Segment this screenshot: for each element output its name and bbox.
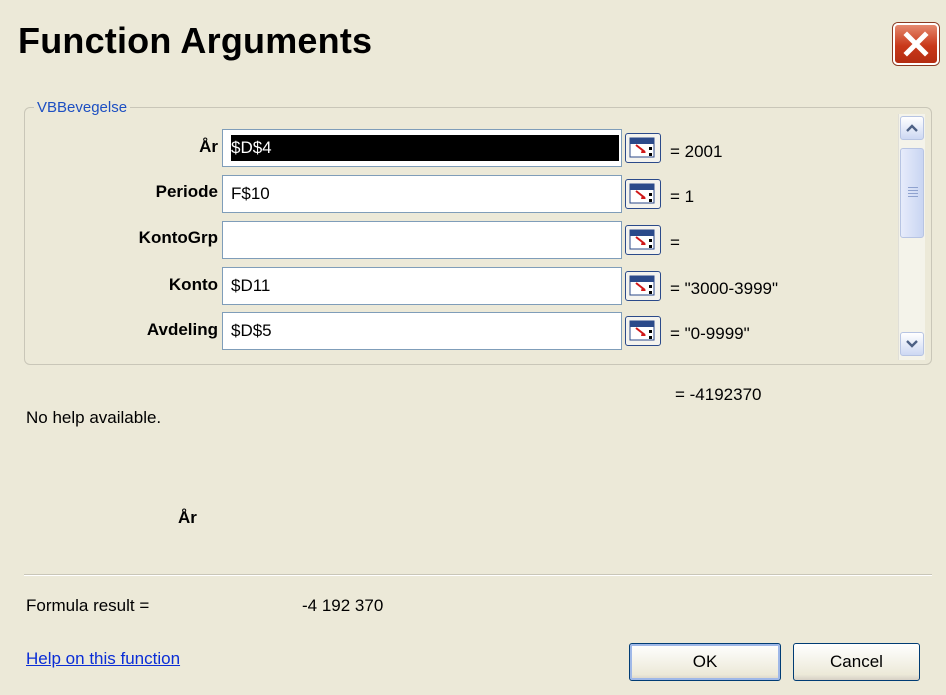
function-arguments-dialog: Function Arguments VBBevegelse År $D$4 =… [0, 0, 946, 695]
argument-result-kontogrp: = [670, 233, 680, 252]
collapse-dialog-button-kontogrp[interactable] [625, 225, 661, 255]
argument-result-periode: = 1 [670, 187, 695, 206]
argument-input-kontogrp[interactable] [222, 221, 622, 259]
argument-value-ar: $D$4 [231, 135, 619, 161]
argument-input-ar[interactable]: $D$4 [222, 129, 622, 167]
collapse-dialog-button-periode[interactable] [625, 179, 661, 209]
argument-input-avdeling[interactable]: $D$5 [222, 312, 622, 350]
range-select-icon [629, 229, 655, 250]
chevron-up-icon [906, 124, 918, 132]
divider [24, 574, 932, 576]
collapse-dialog-button-avdeling[interactable] [625, 316, 661, 346]
argument-label-ar: År [199, 137, 218, 156]
argument-label-kontogrp: KontoGrp [138, 228, 218, 247]
function-result: = -4192370 [675, 385, 762, 404]
selected-argument-name: År [178, 508, 197, 527]
collapse-dialog-button-ar[interactable] [625, 133, 661, 163]
range-select-icon [629, 183, 655, 204]
function-name: VBBevegelse [34, 99, 131, 116]
argument-input-periode[interactable]: F$10 [222, 175, 622, 213]
help-on-function-link[interactable]: Help on this function [26, 649, 180, 669]
arguments-scrollbar[interactable] [898, 114, 925, 360]
argument-label-konto: Konto [168, 275, 218, 294]
title-bar[interactable]: Function Arguments [0, 0, 946, 86]
grip-icon [908, 187, 918, 197]
range-select-icon [629, 275, 655, 296]
scroll-thumb[interactable] [900, 148, 924, 238]
cancel-button[interactable]: Cancel [793, 643, 920, 681]
argument-result-konto: = "3000-3999" [670, 279, 779, 298]
formula-result-value: -4 192 370 [302, 596, 384, 615]
argument-result-ar: = 2001 [670, 142, 723, 161]
close-button[interactable] [893, 23, 939, 65]
argument-input-konto[interactable]: $D11 [222, 267, 622, 305]
scroll-down-button[interactable] [900, 332, 924, 356]
range-select-icon [629, 137, 655, 158]
scroll-up-button[interactable] [900, 116, 924, 140]
ok-button[interactable]: OK [629, 643, 781, 681]
chevron-down-icon [906, 340, 918, 348]
range-select-icon [629, 320, 655, 341]
collapse-dialog-button-konto[interactable] [625, 271, 661, 301]
dialog-title: Function Arguments [18, 20, 373, 61]
help-text: No help available. [26, 408, 162, 427]
argument-result-avdeling: = "0-9999" [670, 324, 750, 343]
formula-result-label: Formula result = [26, 596, 150, 615]
close-icon [903, 31, 929, 57]
argument-label-periode: Periode [155, 182, 218, 201]
argument-label-avdeling: Avdeling [146, 320, 218, 339]
